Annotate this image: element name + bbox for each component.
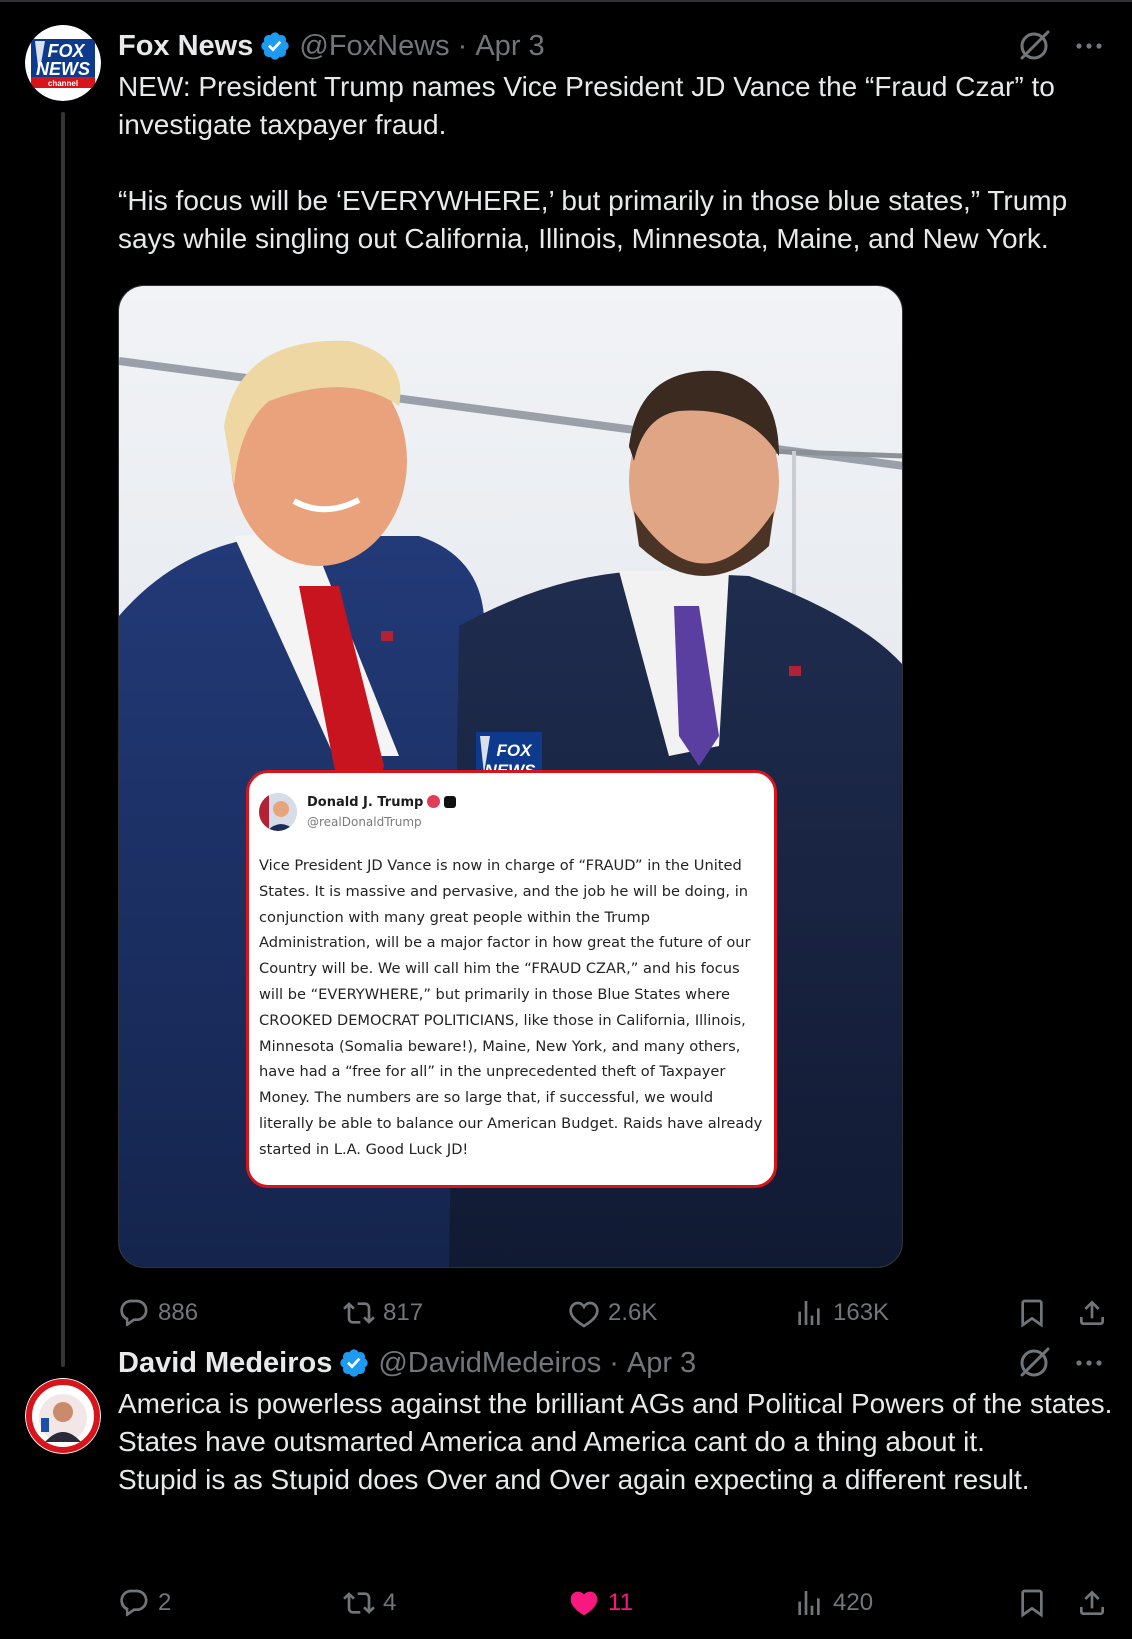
repost-button[interactable]: 817	[343, 1293, 423, 1333]
separator-dot: ·	[457, 29, 468, 62]
repost-icon	[343, 1302, 375, 1324]
tweet-media-image[interactable]: FOX NEWS channel Donald J. Trump @realDo…	[118, 285, 903, 1268]
grok-icon[interactable]	[1016, 1345, 1052, 1381]
views-button[interactable]: 420	[793, 1583, 873, 1623]
embedded-post-handle: @realDonaldTrump	[307, 815, 422, 829]
svg-text:FOX: FOX	[47, 41, 85, 61]
embedded-post-header: Donald J. Trump @realDonaldTrump	[259, 793, 764, 843]
author-handle[interactable]: @DavidMedeiros	[378, 1347, 601, 1380]
grok-icon[interactable]	[1016, 28, 1052, 64]
share-button[interactable]	[1076, 1583, 1116, 1623]
embedded-post-text: Vice President JD Vance is now in charge…	[259, 857, 763, 1158]
heart-filled-icon	[570, 1591, 598, 1616]
more-options-icon[interactable]	[1074, 31, 1104, 61]
verified-badge-icon	[261, 32, 290, 60]
embedded-badge-icon	[444, 796, 457, 808]
views-count: 163K	[833, 1299, 890, 1326]
more-options-icon[interactable]	[1074, 1348, 1104, 1378]
reply-button[interactable]: 2	[118, 1583, 171, 1623]
tweet-header: David Medeiros @DavidMedeiros · Apr 3	[118, 1343, 696, 1383]
reply-icon	[120, 1589, 148, 1617]
bookmark-icon	[1021, 1589, 1043, 1618]
tweet-header: Fox News @FoxNews · Apr 3	[118, 26, 545, 66]
embedded-truth-social-post: Donald J. Trump @realDonaldTrump Vice Pr…	[246, 770, 777, 1188]
views-count: 420	[833, 1589, 874, 1616]
views-button[interactable]: 163K	[793, 1293, 889, 1333]
like-button[interactable]: 2.6K	[568, 1293, 657, 1333]
bookmark-icon	[1021, 1299, 1043, 1328]
repost-icon	[343, 1592, 375, 1614]
like-count: 11	[608, 1589, 633, 1616]
author-handle[interactable]: @FoxNews	[299, 30, 449, 63]
embedded-post-avatar	[259, 793, 297, 831]
post-date[interactable]: Apr 3	[627, 1347, 696, 1380]
share-button[interactable]	[1076, 1293, 1116, 1333]
avatar[interactable]	[25, 1378, 101, 1454]
header-actions	[1016, 26, 1104, 66]
reply-count: 2	[158, 1589, 172, 1616]
heart-icon	[569, 1301, 599, 1328]
tweet-text: America is powerless against the brillia…	[118, 1388, 1113, 1495]
separator-dot: ·	[609, 1346, 619, 1379]
svg-text:channel: channel	[48, 79, 78, 88]
embedded-post-author: Donald J. Trump	[307, 795, 457, 810]
embedded-verified-icon	[427, 795, 441, 808]
tweet-actions-bar: 2 4 11 420	[118, 1583, 1118, 1623]
svg-text:NEWS: NEWS	[36, 59, 90, 79]
reply-count: 886	[158, 1299, 199, 1326]
reply-icon	[120, 1299, 148, 1327]
bookmark-button[interactable]	[1016, 1583, 1056, 1623]
tweet-fox-news[interactable]: FOX NEWS channel Fox News @FoxNews · Apr…	[0, 0, 1132, 1367]
avatar[interactable]: FOX NEWS channel	[25, 25, 101, 101]
repost-button[interactable]: 4	[343, 1583, 396, 1623]
post-date[interactable]: Apr 3	[475, 30, 544, 63]
tweet-david-medeiros[interactable]: David Medeiros @DavidMedeiros · Apr 3 Am…	[0, 1330, 1132, 1639]
author-name[interactable]: Fox News	[118, 30, 253, 63]
repost-count: 817	[383, 1299, 424, 1326]
svg-text:FOX: FOX	[497, 741, 534, 760]
share-icon	[1080, 1300, 1104, 1325]
author-name[interactable]: David Medeiros	[118, 1347, 332, 1380]
share-icon	[1080, 1590, 1104, 1615]
repost-count: 4	[383, 1589, 397, 1616]
tweet-actions-bar: 886 817 2.6K 163K	[118, 1293, 1118, 1333]
like-button[interactable]: 11	[568, 1583, 633, 1623]
like-count: 2.6K	[608, 1299, 658, 1326]
header-actions	[1016, 1343, 1104, 1383]
reply-button[interactable]: 886	[118, 1293, 198, 1333]
views-chart-icon	[798, 1591, 820, 1615]
bookmark-button[interactable]	[1016, 1293, 1056, 1333]
thread-connector-line	[61, 112, 65, 1367]
verified-badge-icon	[340, 1349, 369, 1377]
user-avatar-icon	[25, 1378, 101, 1454]
tweet-text: NEW: President Trump names Vice Presiden…	[118, 71, 1068, 254]
views-chart-icon	[798, 1301, 820, 1325]
fox-news-logo-icon: FOX NEWS channel	[25, 25, 101, 101]
